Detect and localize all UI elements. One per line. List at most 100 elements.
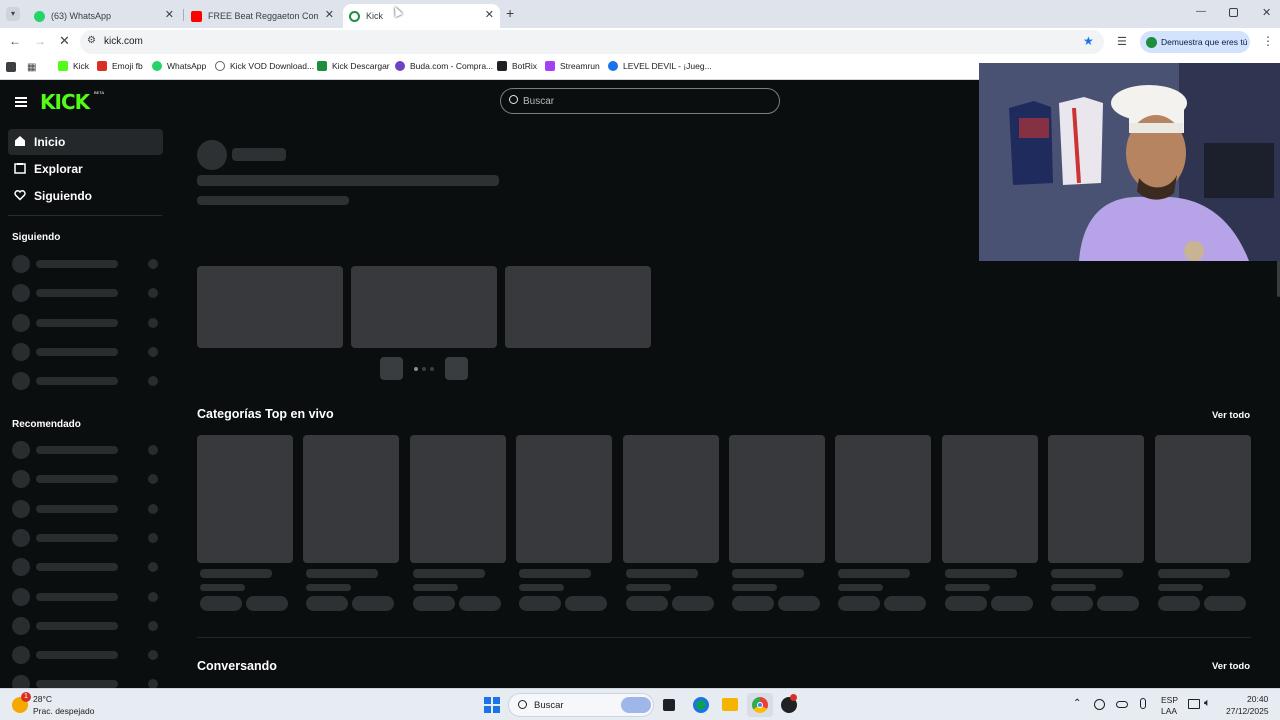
address-bar[interactable]: ⚙ kick.com ★ [80,30,1104,54]
category-viewers-skeleton [838,584,884,591]
show-hidden-icons[interactable]: ⌃ [1073,698,1081,709]
channel-avatar-skeleton [12,499,30,518]
bookmark-label: Emoji fb [112,61,143,71]
category-title-skeleton [838,569,911,578]
channel-live-skeleton [148,474,158,485]
apps-grid-icon[interactable]: ▦ [27,62,36,73]
bookmark-kick[interactable]: Kick [58,61,89,71]
file-explorer-icon[interactable] [722,698,738,711]
cloud-icon[interactable] [1116,701,1128,708]
category-tag-skeleton [990,596,1033,611]
chrome-taskbar-icon[interactable] [747,693,773,717]
bookmark-kick-vod[interactable]: Kick VOD Download... [215,61,314,71]
category-tag-skeleton [458,596,501,611]
close-tab-icon[interactable]: ✕ [325,8,334,21]
category-viewers-skeleton [306,584,352,591]
bookmark-botrix[interactable]: BotRix [497,61,537,71]
volume-icon[interactable]: 🔈︎ [1204,697,1211,710]
bookmark-buda[interactable]: Buda.com - Compra... [395,61,493,71]
restore-window-button[interactable] [1229,8,1238,17]
carousel-dot[interactable] [422,367,426,371]
obs-icon[interactable] [781,694,797,713]
top-categories-title: Categorías Top en vivo [197,407,334,421]
microphone-icon[interactable] [1140,698,1146,709]
carousel-prev-button[interactable] [380,357,403,380]
tab-whatsapp[interactable]: (63) WhatsApp ✕ [28,4,180,28]
menu-hamburger-icon[interactable] [15,95,27,109]
channel-live-skeleton [148,288,158,299]
category-image-skeleton [516,435,613,563]
category-image-skeleton [622,435,719,563]
sidebar-divider [8,215,162,216]
new-tab-button[interactable]: + [506,5,514,21]
carousel-dot[interactable] [430,367,434,371]
search-input[interactable]: Buscar [500,88,780,114]
category-viewers-skeleton [944,584,990,591]
sidebar-item-explorar[interactable]: Explorar [8,156,163,182]
browser-menu-icon[interactable]: ⋮ [1262,34,1274,48]
sync-icon[interactable] [1094,699,1105,710]
channel-name-skeleton [36,533,118,542]
see-all-categories-link[interactable]: Ver todo [1212,410,1250,421]
language-top[interactable]: ESP [1161,695,1178,705]
category-viewers-skeleton [625,584,671,591]
home-icon [15,136,25,146]
clock-date[interactable]: 27/12/2025 [1226,706,1269,716]
close-tab-icon[interactable]: ✕ [485,8,494,21]
network-icon[interactable] [1188,699,1200,709]
see-all-talking-link[interactable]: Ver todo [1212,661,1250,672]
carousel-next-button[interactable] [445,357,468,380]
weather-description[interactable]: Prac. despejado [33,706,94,716]
stop-loading-icon[interactable]: ✕ [59,33,70,49]
back-arrow-icon[interactable]: ← [9,34,21,48]
emoji-fb-icon [97,61,107,71]
bookmark-whatsapp[interactable]: WhatsApp [152,61,206,71]
category-tag-skeleton [565,596,608,611]
site-info-icon[interactable]: ⚙ [87,35,96,46]
category-tag-skeleton [519,596,562,611]
tab-search-dropdown-icon[interactable]: ▾ [6,7,20,21]
sidebar-item-siguiendo[interactable]: Siguiendo [8,183,163,209]
category-image-skeleton [835,435,932,563]
category-title-skeleton [412,569,485,578]
recommended-heading: Recomendado [12,419,81,430]
language-bottom[interactable]: LAA [1161,706,1177,716]
explore-icon [14,163,26,174]
kick-descargar-icon [317,61,327,71]
bookmark-level-devil[interactable]: LEVEL DEVIL - ¡Jueg... [608,61,712,71]
bookmark-streamrun[interactable]: Streamrun [545,61,600,71]
edge-icon[interactable] [693,697,709,713]
channel-avatar-skeleton [12,313,30,332]
task-view-icon[interactable] [663,699,675,711]
streamrun-icon [545,61,555,71]
search-icon [509,95,518,104]
channel-avatar-skeleton [12,675,30,688]
section-divider [197,637,1251,638]
sidebar-item-inicio[interactable]: Inicio [8,129,163,155]
profile-chip[interactable]: Demuestra que eres tú [1140,31,1250,53]
close-tab-icon[interactable]: ✕ [165,8,174,21]
forward-arrow-icon[interactable]: → [34,34,46,48]
bookmark-emoji-fb[interactable]: Emoji fb [97,61,143,71]
windows-start-icon[interactable] [484,697,500,713]
category-image-skeleton [303,435,400,563]
channel-live-skeleton [148,445,158,455]
channel-name-skeleton [36,563,118,572]
category-viewers-skeleton [200,584,245,591]
tab-kick[interactable]: Kick ✕ [343,4,500,28]
close-window-button[interactable]: ✕ [1262,6,1271,19]
taskbar-search-box[interactable]: Buscar [508,693,654,717]
url-text[interactable]: kick.com [104,36,143,47]
tab-youtube[interactable]: FREE Beat Reggaeton Comercia ✕ [185,4,340,28]
category-tag-skeleton [884,596,927,611]
carousel-dot[interactable] [414,367,418,371]
weather-temp[interactable]: 28°C [33,694,52,704]
clock-time[interactable]: 20:40 [1247,694,1268,704]
reading-list-icon[interactable]: ☰ [1117,35,1127,48]
channel-name-skeleton [36,651,118,660]
minimize-window-button[interactable]: — [1196,6,1206,17]
sidebar-toggle-icon[interactable] [6,62,16,72]
bookmark-kick-descargar[interactable]: Kick Descargar [317,61,390,71]
kick-logo[interactable]: KICK BETA [40,90,104,114]
bookmark-star-icon[interactable]: ★ [1083,34,1094,48]
